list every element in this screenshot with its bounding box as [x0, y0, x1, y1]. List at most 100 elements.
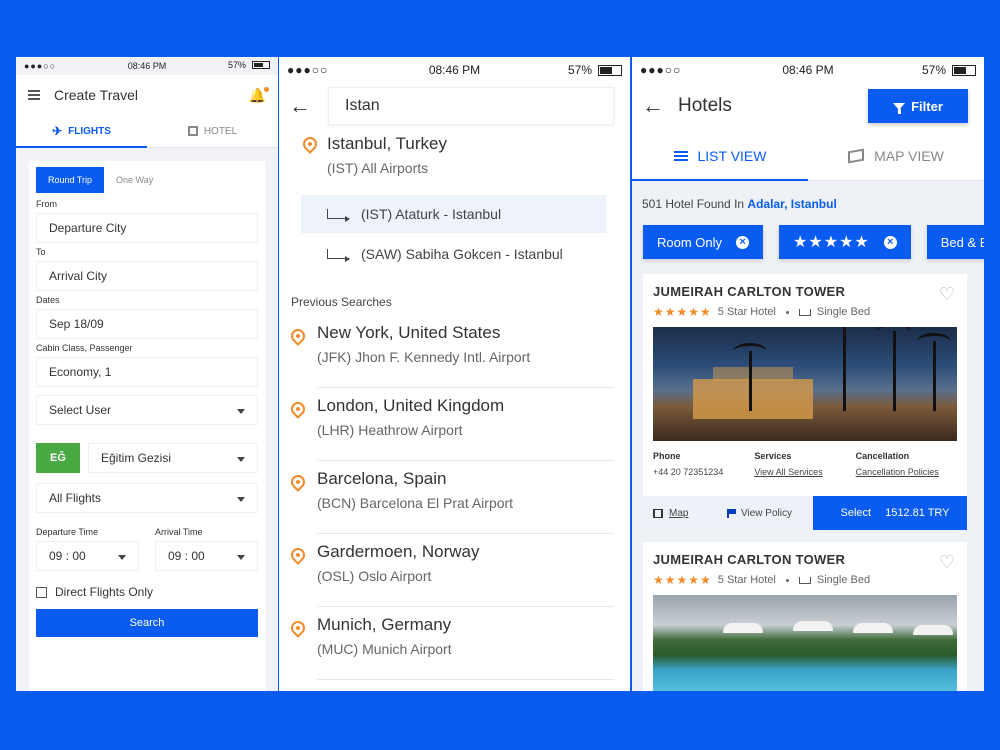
star-rating-icon: ★★★★★: [653, 573, 712, 587]
view-all-services-link[interactable]: View All Services: [754, 467, 855, 477]
phone-label: Phone: [653, 451, 681, 461]
phone-value: +44 20 72351234: [653, 467, 724, 477]
star-rating-icon: ★★★★★: [653, 305, 712, 319]
page-title: Hotels: [678, 95, 732, 116]
search-header: ← Istan: [279, 83, 630, 129]
view-policy-button[interactable]: View Policy: [717, 496, 813, 530]
map-button[interactable]: Map: [643, 496, 717, 530]
photo-umbrella: [793, 621, 833, 631]
select-button[interactable]: Select 1512.81 TRY: [813, 496, 967, 530]
photo-umbrella: [723, 623, 763, 633]
hotel-card[interactable]: JUMEIRAH CARLTON TOWER ♡ ★★★★★ 5 Star Ho…: [643, 542, 967, 691]
chip-label: Room Only: [657, 234, 723, 250]
departure-time-label: Departure Time: [36, 527, 99, 537]
policy-label: View Policy: [741, 507, 792, 519]
dates-field[interactable]: Sep 18/09: [36, 309, 258, 339]
price: 1512.81 TRY: [885, 507, 950, 519]
filter-button[interactable]: Filter: [868, 89, 968, 123]
arrival-time-dropdown[interactable]: 09 : 00: [155, 541, 258, 571]
heart-icon[interactable]: ♡: [939, 552, 955, 573]
tab-map-view[interactable]: MAP VIEW: [808, 131, 984, 180]
airport-search-screen: ●●●○○ 08:46 PM 57% ← Istan Istanbul, Tur…: [279, 57, 630, 691]
previous-search-item[interactable]: London, United Kingdom (LHR) Heathrow Ai…: [287, 396, 614, 469]
heart-icon[interactable]: ♡: [939, 284, 955, 305]
battery-percent: 57%: [227, 60, 246, 70]
search-button[interactable]: Search: [36, 609, 258, 637]
cancellation-policies-link[interactable]: Cancellation Policies: [856, 467, 957, 477]
select-label: Select: [840, 507, 872, 519]
photo-palm: [893, 331, 896, 411]
hotel-icon: [187, 126, 198, 136]
back-arrow-icon[interactable]: ←: [289, 93, 311, 119]
results-location[interactable]: Adalar, Istanbul: [747, 197, 836, 211]
menu-icon[interactable]: [28, 90, 40, 100]
previous-search-item[interactable]: Gardermoen, Norway (OSL) Oslo Airport: [287, 542, 614, 615]
filter-chip-stars[interactable]: ★★★★★ ×: [779, 225, 911, 259]
filter-chip-bed-breakfast[interactable]: Bed & Br: [926, 225, 984, 259]
location-sub: (MUC) Munich Airport: [317, 641, 452, 657]
previous-search-item[interactable]: Barcelona, Spain (BCN) Barcelona El Prat…: [287, 469, 614, 542]
services-label: Services: [754, 451, 792, 461]
battery-percent: 57%: [921, 63, 946, 77]
trip-type-toggle: Round Trip One Way: [36, 167, 258, 193]
departure-time-dropdown[interactable]: 09 : 00: [36, 541, 139, 571]
arrival-time-label: Arrival Time: [155, 527, 203, 537]
previous-search-item[interactable]: New York, United States (JFK) Jhon F. Ke…: [287, 323, 614, 396]
filter-icon: [893, 102, 906, 114]
top-match-item[interactable]: Istanbul, Turkey (IST) All Airports: [279, 129, 630, 185]
from-field[interactable]: Departure City: [36, 213, 258, 243]
photo-palm: [843, 327, 846, 411]
flights-filter-dropdown[interactable]: All Flights: [36, 483, 258, 513]
map-label: Map: [669, 507, 689, 519]
bed-icon: [798, 308, 811, 316]
round-trip-button[interactable]: Round Trip: [36, 167, 105, 193]
tab-label: HOTEL: [203, 125, 238, 137]
direct-flights-row[interactable]: Direct Flights Only: [36, 585, 258, 599]
one-way-button[interactable]: One Way: [104, 167, 165, 193]
purpose-badge: EĞ: [36, 443, 80, 473]
cabin-field[interactable]: Economy, 1: [36, 357, 258, 387]
close-icon[interactable]: ×: [736, 235, 750, 249]
filter-chips: Room Only × ★★★★★ × Bed & Br: [632, 225, 984, 261]
hotel-meta: ★★★★★ 5 Star Hotel Single Bed: [643, 299, 967, 319]
tab-list-view[interactable]: LIST VIEW: [632, 131, 808, 181]
location-title: Munich, Germany: [317, 615, 452, 634]
direct-flights-checkbox[interactable]: [36, 586, 47, 598]
airport-search-input[interactable]: Istan: [328, 87, 614, 125]
flag-icon: [727, 508, 736, 518]
airport-option[interactable]: (IST) Ataturk - Istanbul: [301, 195, 606, 233]
purpose-dropdown[interactable]: Eğitim Gezisi: [88, 443, 258, 473]
separator-dot: [785, 310, 789, 314]
airport-label: (IST) Ataturk - Istanbul: [361, 206, 502, 222]
star-rating-icon: ★★★★★: [793, 234, 870, 251]
location-sub: (JFK) Jhon F. Kennedy Intl. Airport: [317, 349, 531, 365]
battery-icon: [252, 61, 270, 69]
back-arrow-icon[interactable]: ←: [642, 93, 664, 119]
to-field[interactable]: Arrival City: [36, 261, 258, 291]
create-travel-screen: ●●●○○ 08:46 PM 57% Create Travel 🔔 ✈ FLI…: [16, 57, 278, 691]
plane-icon: ✈: [52, 124, 63, 138]
battery-percent: 57%: [567, 63, 592, 77]
filter-label: Filter: [911, 98, 943, 114]
hotel-meta: ★★★★★ 5 Star Hotel Single Bed: [643, 567, 967, 587]
bed-type: Single Bed: [816, 574, 871, 586]
tab-hotel[interactable]: HOTEL: [147, 115, 278, 147]
flight-form: Round Trip One Way From Departure City T…: [29, 161, 265, 691]
filter-chip-room-only[interactable]: Room Only ×: [643, 225, 764, 259]
close-icon[interactable]: ×: [883, 235, 897, 249]
separator-dot: [785, 578, 789, 582]
hotel-info: Phone +44 20 72351234 Services View All …: [643, 441, 967, 477]
hotel-card[interactable]: JUMEIRAH CARLTON TOWER ♡ ★★★★★ 5 Star Ho…: [643, 274, 967, 530]
location-title: London, United Kingdom: [317, 396, 505, 415]
travel-purpose-row: EĞ Eğitim Gezisi: [36, 443, 258, 473]
photo-palm: [733, 343, 767, 411]
tab-flights[interactable]: ✈ FLIGHTS: [16, 115, 147, 148]
location-sub: (LHR) Heathrow Airport: [317, 422, 463, 438]
bell-icon[interactable]: 🔔: [249, 87, 270, 104]
hotel-class: 5 Star Hotel: [717, 574, 776, 586]
previous-search-item[interactable]: Munich, Germany (MUC) Munich Airport: [287, 615, 614, 688]
list-icon: [673, 150, 688, 161]
select-user-dropdown[interactable]: Select User: [36, 395, 258, 425]
direct-flights-label: Direct Flights Only: [55, 585, 154, 599]
airport-option[interactable]: (SAW) Sabiha Gokcen - Istanbul: [301, 235, 606, 273]
